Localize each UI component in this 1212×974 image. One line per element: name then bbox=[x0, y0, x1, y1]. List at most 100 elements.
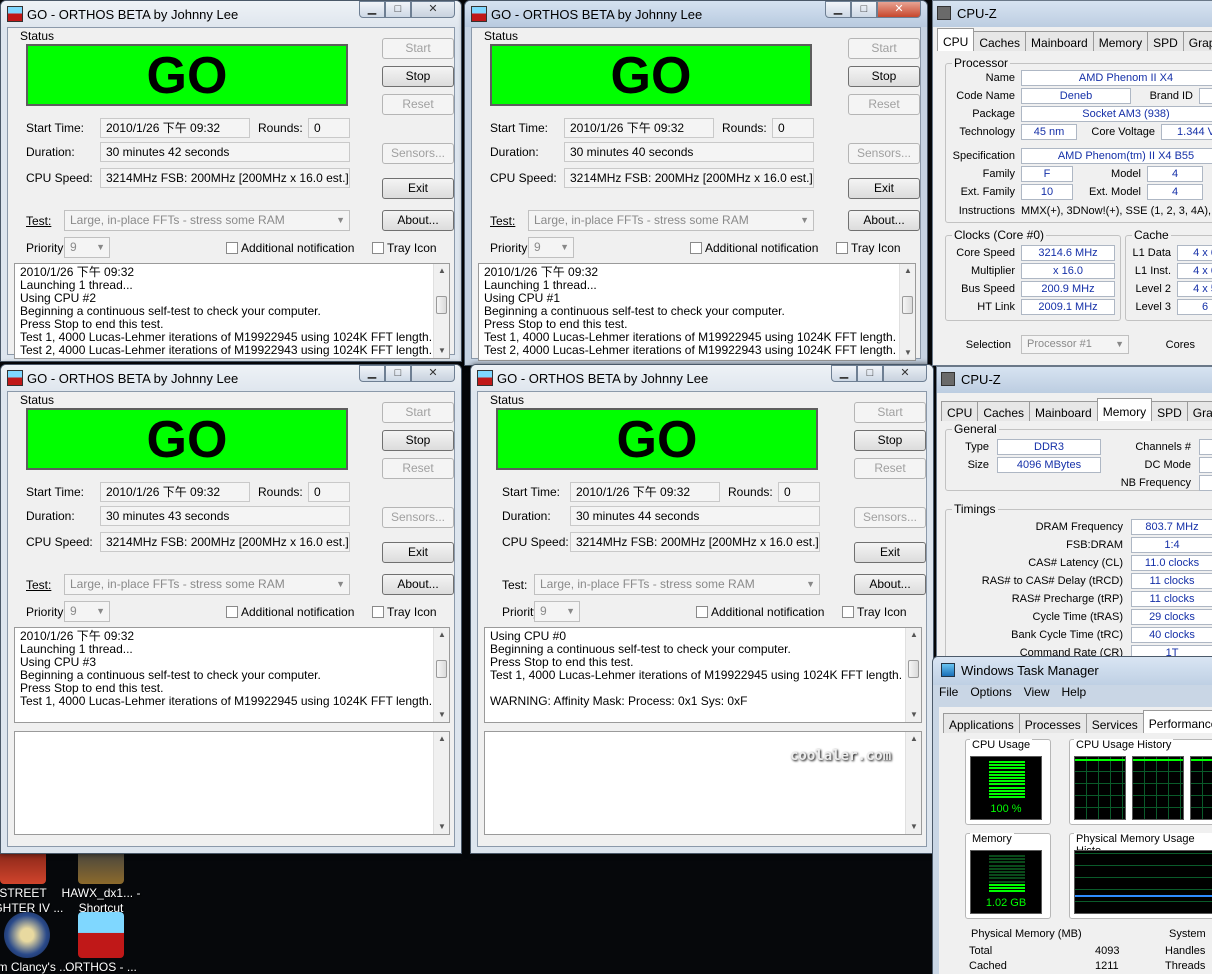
start-button[interactable]: Start bbox=[854, 402, 926, 423]
title-bar[interactable]: GO - ORTHOS BETA by Johnny Lee ▁ □ ✕ bbox=[471, 365, 933, 391]
additional-notification-checkbox[interactable]: Additional notification bbox=[226, 241, 354, 255]
reset-button[interactable]: Reset bbox=[848, 94, 920, 115]
log-output[interactable]: 2010/1/26 下午 09:32 Launching 1 thread... U… bbox=[14, 627, 450, 723]
scroll-down-icon[interactable]: ▼ bbox=[434, 344, 449, 358]
additional-notification-checkbox[interactable]: Additional notification bbox=[696, 605, 824, 619]
menu-file[interactable]: File bbox=[939, 685, 958, 699]
minimize-button[interactable]: ▁ bbox=[359, 1, 385, 18]
tab-memory[interactable]: Memory bbox=[1096, 398, 1153, 421]
priority-select[interactable]: 9 ▼ bbox=[64, 601, 110, 622]
priority-select[interactable]: 9 ▼ bbox=[528, 237, 574, 258]
processor-select[interactable]: Processor #1 ▼ bbox=[1021, 335, 1129, 354]
scroll-thumb[interactable] bbox=[908, 660, 919, 678]
close-button[interactable]: ✕ bbox=[877, 1, 921, 18]
reset-button[interactable]: Reset bbox=[382, 458, 454, 479]
test-select[interactable]: Large, in-place FFTs - stress some RAM ▼ bbox=[528, 210, 814, 231]
additional-notification-checkbox[interactable]: Additional notification bbox=[690, 241, 818, 255]
title-bar[interactable]: GO - ORTHOS BETA by Johnny Lee ▁ □ ✕ bbox=[1, 365, 461, 391]
scroll-down-icon[interactable]: ▼ bbox=[900, 346, 915, 360]
title-bar[interactable]: GO - ORTHOS BETA by Johnny Lee ▁ □ ✕ bbox=[465, 1, 927, 27]
scroll-down-icon[interactable]: ▼ bbox=[434, 708, 449, 722]
about-button[interactable]: About... bbox=[848, 210, 920, 231]
tab-cpu[interactable]: CPU bbox=[941, 401, 979, 421]
tray-icon-checkbox[interactable]: Tray Icon bbox=[842, 605, 907, 619]
secondary-log-pane[interactable]: ▲ ▼ bbox=[14, 731, 450, 835]
stop-button[interactable]: Stop bbox=[854, 430, 926, 451]
about-button[interactable]: About... bbox=[854, 574, 926, 595]
secondary-log-scrollbar[interactable]: ▲ ▼ bbox=[905, 732, 921, 834]
title-bar[interactable]: GO - ORTHOS BETA by Johnny Lee ▁ □ ✕ bbox=[1, 1, 461, 27]
test-select[interactable]: Large, in-place FFTs - stress some RAM ▼ bbox=[534, 574, 820, 595]
secondary-log-pane[interactable]: ▲ ▼ bbox=[484, 731, 922, 835]
close-button[interactable]: ✕ bbox=[883, 365, 927, 382]
tab-spd[interactable]: SPD bbox=[1151, 401, 1188, 421]
maximize-button[interactable]: □ bbox=[851, 1, 877, 18]
tray-icon-checkbox[interactable]: Tray Icon bbox=[372, 605, 437, 619]
tab-caches[interactable]: Caches bbox=[973, 31, 1027, 51]
title-bar[interactable]: CPU-Z bbox=[937, 367, 1212, 393]
log-scrollbar[interactable]: ▲ ▼ bbox=[433, 264, 449, 358]
sensors-button[interactable]: Sensors... bbox=[382, 143, 454, 164]
sensors-button[interactable]: Sensors... bbox=[854, 507, 926, 528]
start-button[interactable]: Start bbox=[382, 38, 454, 59]
maximize-button[interactable]: □ bbox=[385, 365, 411, 382]
desktop-icon-orthos[interactable]: ORTHOS - ... bbox=[56, 912, 146, 974]
scroll-up-icon[interactable]: ▲ bbox=[434, 628, 449, 642]
close-button[interactable]: ✕ bbox=[411, 1, 455, 18]
exit-button[interactable]: Exit bbox=[382, 542, 454, 563]
reset-button[interactable]: Reset bbox=[382, 94, 454, 115]
start-button[interactable]: Start bbox=[382, 402, 454, 423]
tab-performance[interactable]: Performance bbox=[1142, 710, 1212, 733]
tab-mainboard[interactable]: Mainboard bbox=[1029, 401, 1098, 421]
tab-graphics[interactable]: Grap bbox=[1186, 401, 1212, 421]
log-output[interactable]: 2010/1/26 下午 09:32 Launching 1 thread... U… bbox=[14, 263, 450, 359]
tab-processes[interactable]: Processes bbox=[1018, 713, 1087, 733]
minimize-button[interactable]: ▁ bbox=[831, 365, 857, 382]
priority-select[interactable]: 9 ▼ bbox=[64, 237, 110, 258]
about-button[interactable]: About... bbox=[382, 574, 454, 595]
about-button[interactable]: About... bbox=[382, 210, 454, 231]
scroll-down-icon[interactable]: ▼ bbox=[906, 708, 921, 722]
title-bar[interactable]: Windows Task Manager bbox=[933, 657, 1212, 685]
reset-button[interactable]: Reset bbox=[854, 458, 926, 479]
tray-icon-checkbox[interactable]: Tray Icon bbox=[836, 241, 901, 255]
exit-button[interactable]: Exit bbox=[848, 178, 920, 199]
exit-button[interactable]: Exit bbox=[382, 178, 454, 199]
close-button[interactable]: ✕ bbox=[411, 365, 455, 382]
tab-services[interactable]: Services bbox=[1085, 713, 1144, 733]
scroll-down-icon[interactable]: ▼ bbox=[434, 820, 450, 834]
maximize-button[interactable]: □ bbox=[385, 1, 411, 18]
log-scrollbar[interactable]: ▲ ▼ bbox=[905, 628, 921, 722]
scroll-thumb[interactable] bbox=[436, 660, 447, 678]
scroll-thumb[interactable] bbox=[902, 296, 913, 314]
tab-memory[interactable]: Memory bbox=[1092, 31, 1149, 51]
additional-notification-checkbox[interactable]: Additional notification bbox=[226, 605, 354, 619]
scroll-up-icon[interactable]: ▲ bbox=[900, 264, 915, 278]
scroll-up-icon[interactable]: ▲ bbox=[434, 264, 449, 278]
secondary-log-scrollbar[interactable]: ▲ ▼ bbox=[433, 732, 449, 834]
stop-button[interactable]: Stop bbox=[382, 66, 454, 87]
scroll-thumb[interactable] bbox=[436, 296, 447, 314]
log-output[interactable]: Using CPU #0 Beginning a continuous self-… bbox=[484, 627, 922, 723]
menu-view[interactable]: View bbox=[1024, 685, 1050, 699]
exit-button[interactable]: Exit bbox=[854, 542, 926, 563]
log-output[interactable]: 2010/1/26 下午 09:32 Launching 1 thread... U… bbox=[478, 263, 916, 361]
tab-cpu[interactable]: CPU bbox=[937, 28, 975, 51]
minimize-button[interactable]: ▁ bbox=[825, 1, 851, 18]
tab-caches[interactable]: Caches bbox=[977, 401, 1031, 421]
log-scrollbar[interactable]: ▲ ▼ bbox=[899, 264, 915, 360]
menu-options[interactable]: Options bbox=[970, 685, 1011, 699]
tab-applications[interactable]: Applications bbox=[943, 713, 1020, 733]
sensors-button[interactable]: Sensors... bbox=[848, 143, 920, 164]
tab-mainboard[interactable]: Mainboard bbox=[1025, 31, 1094, 51]
start-button[interactable]: Start bbox=[848, 38, 920, 59]
tray-icon-checkbox[interactable]: Tray Icon bbox=[372, 241, 437, 255]
scroll-down-icon[interactable]: ▼ bbox=[906, 820, 922, 834]
stop-button[interactable]: Stop bbox=[848, 66, 920, 87]
tab-spd[interactable]: SPD bbox=[1147, 31, 1184, 51]
scroll-up-icon[interactable]: ▲ bbox=[906, 628, 921, 642]
scroll-up-icon[interactable]: ▲ bbox=[434, 732, 450, 746]
tab-graphics[interactable]: Grap bbox=[1182, 31, 1212, 51]
test-select[interactable]: Large, in-place FFTs - stress some RAM ▼ bbox=[64, 574, 350, 595]
priority-select[interactable]: 9 ▼ bbox=[534, 601, 580, 622]
